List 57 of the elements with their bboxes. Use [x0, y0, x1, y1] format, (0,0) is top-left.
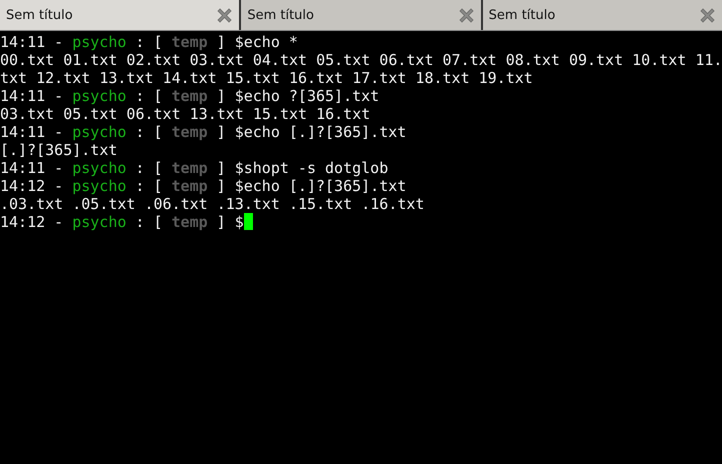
command-text: $echo *	[234, 33, 298, 51]
close-icon[interactable]	[458, 6, 475, 24]
prompt-user: psycho	[72, 159, 126, 177]
prompt-separator: :	[135, 213, 144, 231]
prompt-separator: :	[135, 123, 144, 141]
prompt-user: psycho	[72, 87, 126, 105]
prompt-bracket: [	[153, 177, 162, 195]
prompt-separator: -	[54, 213, 64, 231]
command-text: $echo [.]?[365].txt	[234, 177, 406, 195]
prompt-directory: temp	[172, 177, 208, 195]
prompt-separator: :	[135, 87, 144, 105]
prompt-user: psycho	[72, 33, 126, 51]
prompt-directory: temp	[172, 159, 208, 177]
prompt-separator: -	[54, 33, 64, 51]
prompt-separator: -	[54, 123, 64, 141]
prompt-separator: :	[135, 177, 144, 195]
prompt-directory: temp	[172, 213, 208, 231]
prompt-separator: -	[54, 87, 64, 105]
close-icon[interactable]	[216, 6, 234, 24]
prompt-bracket: [	[153, 33, 162, 51]
prompt-bracket: ]	[216, 123, 226, 141]
prompt-bracket: ]	[216, 159, 226, 177]
prompt-time: 14:11	[0, 33, 46, 51]
prompt-bracket: ]	[216, 177, 226, 195]
prompt-time: 14:11	[0, 123, 46, 141]
prompt-separator: -	[54, 159, 64, 177]
output-text: txt 12.txt 13.txt 14.txt 15.txt 16.txt 17.txt 18.txt 19.txt	[0, 69, 533, 87]
close-icon[interactable]	[698, 6, 716, 24]
prompt-bracket: [	[153, 159, 162, 177]
terminal-tab[interactable]: Sem título	[0, 0, 242, 30]
prompt-user: psycho	[72, 213, 126, 231]
output-text: .03.txt .05.txt .06.txt .13.txt .15.txt .16.txt	[0, 195, 424, 213]
prompt-bracket: ]	[216, 87, 226, 105]
command-text: $echo ?[365].txt	[234, 87, 380, 105]
prompt-time: 14:12	[0, 213, 46, 231]
prompt-separator: -	[54, 177, 64, 195]
prompt-bracket: [	[153, 213, 162, 231]
prompt-bracket: ]	[216, 213, 226, 231]
prompt-time: 14:11	[0, 159, 46, 177]
output-text: [.]?[365].txt	[0, 141, 118, 159]
command-text: $shopt -s dotglob	[234, 159, 388, 177]
prompt-directory: temp	[172, 87, 208, 105]
prompt-user: psycho	[72, 123, 126, 141]
output-text: 03.txt 05.txt 06.txt 13.txt 15.txt 16.txt	[0, 105, 370, 123]
command-text: $	[234, 213, 244, 231]
prompt-time: 14:12	[0, 177, 46, 195]
command-text: $echo [.]?[365].txt	[234, 123, 406, 141]
prompt-bracket: [	[153, 123, 162, 141]
prompt-time: 14:11	[0, 87, 46, 105]
output-text: 00.txt 01.txt 02.txt 03.txt 04.txt 05.txt 06.txt 07.txt 08.txt 09.txt 10.txt 11.	[0, 51, 722, 69]
prompt-separator: :	[135, 33, 144, 51]
prompt-separator: :	[135, 159, 144, 177]
prompt-bracket: ]	[216, 33, 226, 51]
prompt-bracket: [	[153, 87, 162, 105]
prompt-directory: temp	[172, 123, 208, 141]
prompt-directory: temp	[172, 33, 208, 51]
prompt-user: psycho	[72, 177, 126, 195]
